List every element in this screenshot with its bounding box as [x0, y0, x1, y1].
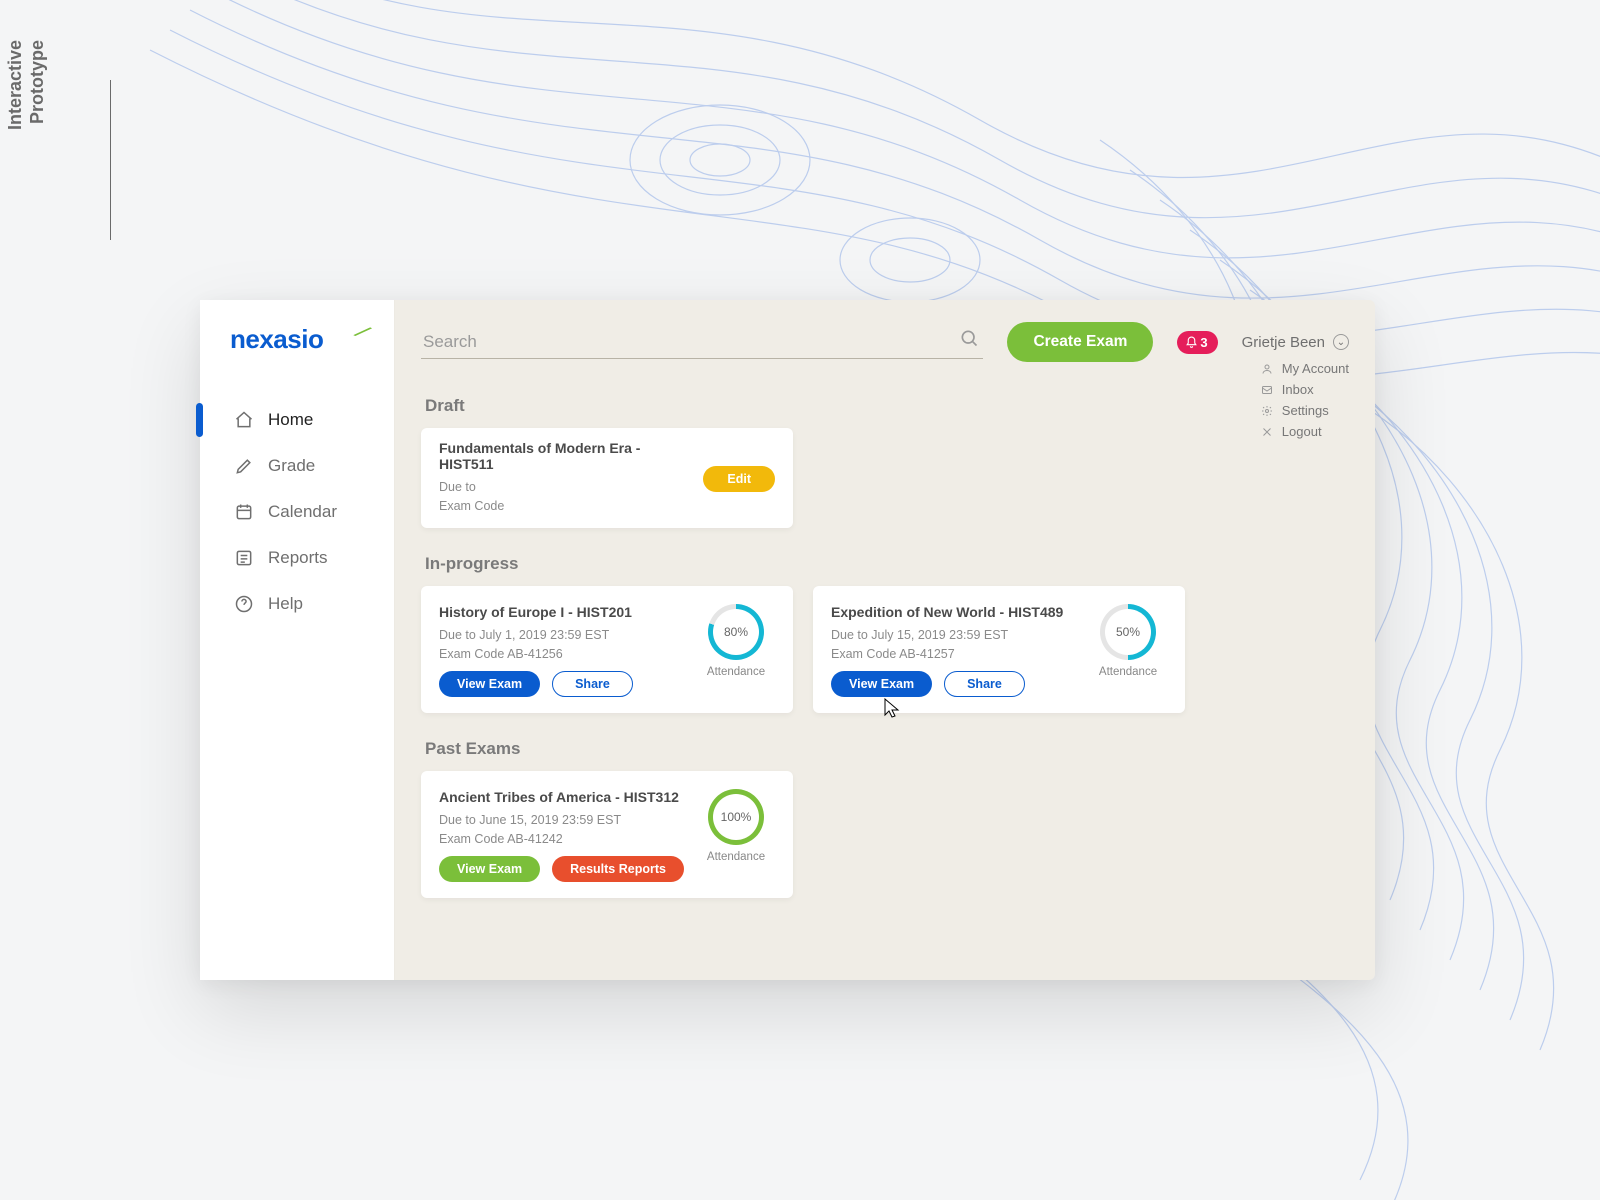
share-button[interactable]: Share [552, 671, 633, 697]
app-window: nexasio ⟋ Home Grade Calendar [200, 300, 1375, 980]
attendance-widget: 80% Attendance [697, 604, 775, 697]
page-label-rule [110, 80, 111, 240]
notification-badge[interactable]: 3 [1177, 331, 1217, 354]
notification-count: 3 [1200, 335, 1207, 350]
search-field [421, 326, 983, 359]
logo-accent-icon: ⟋ [352, 320, 372, 344]
pencil-icon [234, 456, 254, 476]
page-label-line1: Interactive [5, 40, 25, 130]
user-icon [1260, 363, 1274, 375]
sidebar-item-reports[interactable]: Reports [200, 535, 394, 581]
view-exam-button[interactable]: View Exam [831, 671, 932, 697]
attendance-label: Attendance [697, 851, 775, 863]
main-content: Create Exam 3 Grietje Been ⌄ My Account [395, 300, 1375, 980]
exam-title: Expedition of New World - HIST489 [831, 604, 1077, 620]
search-icon[interactable] [959, 328, 979, 353]
past-exam-card: Ancient Tribes of America - HIST312 Due … [421, 771, 793, 898]
inprogress-card: History of Europe I - HIST201 Due to Jul… [421, 586, 793, 713]
user-name: Grietje Been [1242, 334, 1325, 351]
view-exam-button[interactable]: View Exam [439, 856, 540, 882]
section-title-inprogress: In-progress [425, 554, 1349, 574]
exam-code: Exam Code [439, 499, 691, 513]
inbox-icon [1260, 384, 1274, 396]
inprogress-card: Expedition of New World - HIST489 Due to… [813, 586, 1185, 713]
attendance-pct: 50% [1116, 625, 1140, 639]
sidebar-nav: Home Grade Calendar Reports [200, 397, 394, 627]
attendance-label: Attendance [697, 666, 775, 678]
topbar: Create Exam 3 Grietje Been ⌄ [421, 322, 1349, 362]
search-input[interactable] [421, 326, 983, 359]
user-dropdown-label: Inbox [1282, 382, 1314, 397]
draft-card: Fundamentals of Modern Era - HIST511 Due… [421, 428, 793, 528]
attendance-widget: 100% Attendance [697, 789, 775, 882]
sidebar-item-label: Help [268, 594, 303, 614]
calendar-icon [234, 502, 254, 522]
attendance-widget: 50% Attendance [1089, 604, 1167, 697]
sidebar-item-label: Home [268, 410, 313, 430]
bell-icon [1185, 336, 1198, 349]
exam-code: Exam Code AB-41257 [831, 647, 1077, 661]
edit-button[interactable]: Edit [703, 466, 775, 492]
section-title-past: Past Exams [425, 739, 1349, 759]
user-dropdown-my-account[interactable]: My Account [1260, 358, 1349, 379]
gear-icon [1260, 405, 1274, 417]
create-exam-button[interactable]: Create Exam [1007, 322, 1153, 362]
attendance-pct: 100% [721, 810, 752, 824]
sidebar-item-calendar[interactable]: Calendar [200, 489, 394, 535]
section-title-draft: Draft [425, 396, 1349, 416]
attendance-donut-icon: 50% [1100, 604, 1156, 660]
user-dropdown-label: Logout [1282, 424, 1322, 439]
exam-code: Exam Code AB-41256 [439, 647, 685, 661]
user-dropdown-settings[interactable]: Settings [1260, 400, 1349, 421]
report-icon [234, 548, 254, 568]
home-icon [234, 410, 254, 430]
exam-title: Fundamentals of Modern Era - HIST511 [439, 440, 691, 472]
exam-code: Exam Code AB-41242 [439, 832, 685, 846]
sidebar-item-grade[interactable]: Grade [200, 443, 394, 489]
attendance-pct: 80% [724, 625, 748, 639]
exam-due: Due to July 1, 2019 23:59 EST [439, 628, 685, 642]
exam-title: Ancient Tribes of America - HIST312 [439, 789, 685, 805]
sidebar-item-label: Calendar [268, 502, 337, 522]
results-reports-button[interactable]: Results Reports [552, 856, 684, 882]
exam-title: History of Europe I - HIST201 [439, 604, 685, 620]
user-dropdown-label: Settings [1282, 403, 1329, 418]
attendance-label: Attendance [1089, 666, 1167, 678]
chevron-down-icon: ⌄ [1333, 334, 1349, 350]
page-label-line2: Prototype [27, 40, 47, 124]
share-button[interactable]: Share [944, 671, 1025, 697]
page-label: Interactive Prototype [20, 70, 80, 290]
user-dropdown-inbox[interactable]: Inbox [1260, 379, 1349, 400]
logo-text: nexasio [230, 324, 323, 354]
exam-due: Due to July 15, 2019 23:59 EST [831, 628, 1077, 642]
exam-due: Due to June 15, 2019 23:59 EST [439, 813, 685, 827]
help-icon [234, 594, 254, 614]
sidebar: nexasio ⟋ Home Grade Calendar [200, 300, 395, 980]
logo: nexasio ⟋ [200, 324, 394, 397]
sidebar-item-label: Grade [268, 456, 315, 476]
exam-due: Due to [439, 480, 691, 494]
view-exam-button[interactable]: View Exam [439, 671, 540, 697]
sidebar-item-help[interactable]: Help [200, 581, 394, 627]
sidebar-item-label: Reports [268, 548, 328, 568]
user-dropdown: My Account Inbox Settings Logout [1260, 358, 1349, 442]
attendance-donut-icon: 80% [708, 604, 764, 660]
attendance-donut-icon: 100% [708, 789, 764, 845]
user-dropdown-logout[interactable]: Logout [1260, 421, 1349, 442]
user-menu-trigger[interactable]: Grietje Been ⌄ [1242, 334, 1349, 351]
sidebar-item-home[interactable]: Home [200, 397, 394, 443]
close-icon [1260, 426, 1274, 438]
user-dropdown-label: My Account [1282, 361, 1349, 376]
